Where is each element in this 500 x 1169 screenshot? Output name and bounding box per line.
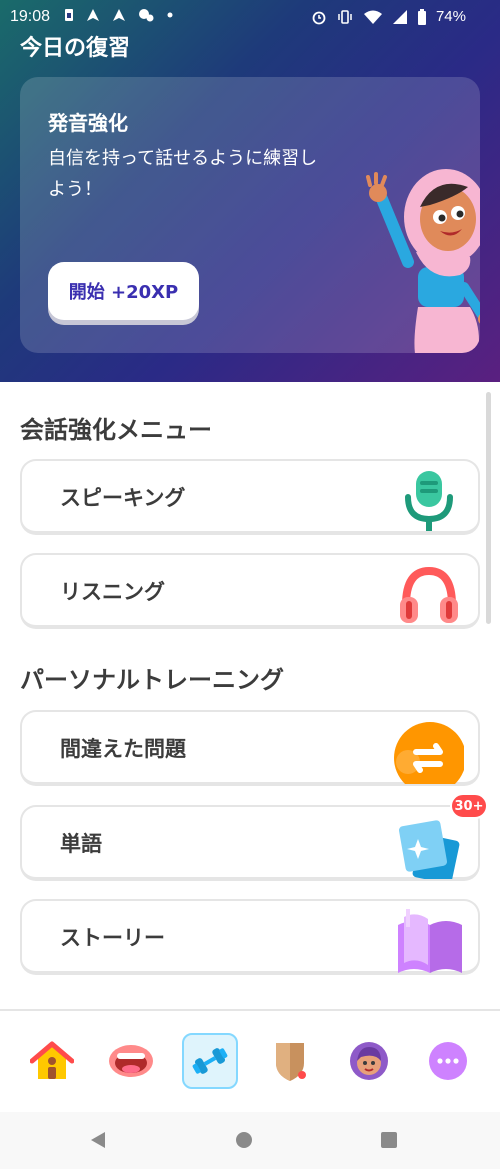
headphones-icon xyxy=(400,566,458,623)
pronunciation-promo-card: 発音強化 自信を持って話せるように練習しよう！ 開始 +20XP xyxy=(20,77,480,353)
promo-description: 自信を持って話せるように練習しよう！ xyxy=(48,148,318,200)
dot-icon xyxy=(167,12,173,18)
menu-item-stories[interactable]: ストーリー xyxy=(20,899,480,975)
profile-icon xyxy=(350,1042,388,1080)
menu-item-label: ストーリー xyxy=(60,926,165,950)
promo-title: 発音強化 xyxy=(48,111,128,135)
microphone-icon xyxy=(405,471,453,531)
retry-icon xyxy=(394,722,464,784)
flashcards-icon xyxy=(398,820,460,879)
dumbbell-icon xyxy=(192,1048,228,1074)
battery-percent: 74% xyxy=(435,8,466,25)
system-status-icons: 74% xyxy=(311,8,466,25)
nav-home[interactable] xyxy=(24,1033,80,1089)
recents-icon[interactable] xyxy=(380,1131,398,1149)
nav-profile[interactable] xyxy=(341,1033,397,1089)
shield-icon xyxy=(276,1043,306,1081)
count-badge: 30+ xyxy=(450,793,488,819)
menu-item-label: スピーキング xyxy=(60,486,186,510)
signal-icon xyxy=(392,9,407,24)
menu-item-speaking[interactable]: スピーキング xyxy=(20,459,480,535)
hero-banner: 19:08 74% 今日の復習 発音強化 自信を持って話せるように練習しよう！ … xyxy=(0,0,500,382)
nav-practice-hub[interactable] xyxy=(182,1033,238,1089)
nav-more[interactable] xyxy=(420,1033,476,1089)
vibrate-icon xyxy=(338,9,352,24)
alarm-icon xyxy=(312,11,326,24)
scrollbar[interactable] xyxy=(486,392,491,624)
nav-speaking-practice[interactable] xyxy=(103,1033,159,1089)
menu-item-vocabulary[interactable]: 単語 30+ xyxy=(20,793,488,881)
book-icon xyxy=(398,909,462,973)
status-bar: 19:08 74% xyxy=(0,0,500,32)
menu-item-listening[interactable]: リスニング xyxy=(20,553,480,629)
notification-icons xyxy=(64,8,174,22)
mascot-illustration xyxy=(366,169,480,353)
back-icon[interactable] xyxy=(89,1131,107,1149)
menu-item-label: 単語 xyxy=(60,832,102,856)
section-title-personal-training: パーソナルトレーニング xyxy=(20,666,284,694)
section-title-conversation: 会話強化メニュー xyxy=(20,416,212,444)
battery-icon xyxy=(417,8,426,25)
sim-icon xyxy=(65,9,73,21)
system-navigation-bar xyxy=(0,1112,500,1169)
settings-notification-icon xyxy=(139,9,154,22)
bottom-navigation xyxy=(0,1009,500,1112)
mouth-icon xyxy=(109,1045,153,1077)
home-icon xyxy=(30,1041,74,1079)
page-title: 今日の復習 xyxy=(20,36,131,61)
navigation-icon xyxy=(113,9,125,21)
menu-item-mistakes[interactable]: 間違えた問題 xyxy=(20,710,480,786)
menu-item-label: 間違えた問題 xyxy=(60,737,186,761)
status-time: 19:08 xyxy=(10,8,51,25)
start-button[interactable]: 開始 +20XP xyxy=(48,262,199,320)
home-circle-icon[interactable] xyxy=(235,1131,253,1149)
nav-leagues[interactable] xyxy=(262,1033,318,1089)
navigation-icon xyxy=(87,9,99,21)
wifi-icon xyxy=(363,10,382,24)
more-icon xyxy=(429,1042,467,1080)
menu-item-label: リスニング xyxy=(60,580,165,604)
